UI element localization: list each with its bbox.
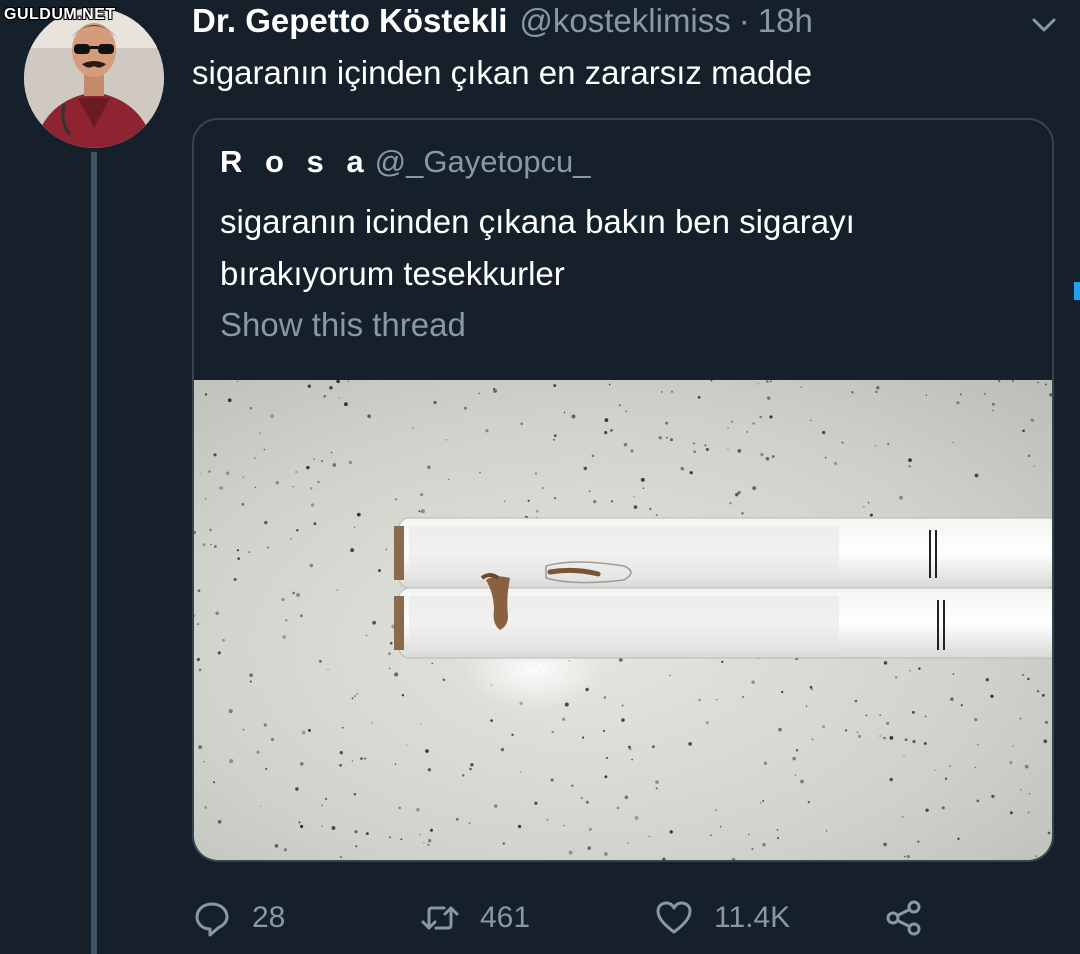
reply-button[interactable]: 28 <box>192 890 285 946</box>
share-icon <box>886 900 921 936</box>
thread-line <box>91 152 97 954</box>
retweet-icon <box>421 906 459 930</box>
retweet-button[interactable]: 461 <box>420 890 530 946</box>
scroll-indicator <box>1074 282 1080 300</box>
show-thread-link[interactable]: Show this thread <box>220 306 466 344</box>
quoted-tweet-photo[interactable] <box>194 380 1054 862</box>
watermark: GULDUM.NET <box>4 6 116 23</box>
like-button[interactable]: 11.4K <box>654 890 790 946</box>
quoted-user-handle: @_Gayetopcu_ <box>374 144 591 179</box>
heart-icon <box>656 901 692 934</box>
display-name[interactable]: Dr. Gepetto Köstekli <box>192 2 507 40</box>
tweet-text: sigaranın içinden çıkan en zararsız madd… <box>192 54 813 91</box>
reply-icon <box>195 902 229 937</box>
share-button[interactable] <box>884 890 944 946</box>
quoted-tweet[interactable]: R o s a @_Gayetopcu_ sigaranın icinden ç… <box>192 118 1054 862</box>
tweet-header: Dr. Gepetto Köstekli @kosteklimiss · 18h <box>192 2 813 46</box>
like-count: 11.4K <box>714 901 791 934</box>
avatar[interactable] <box>24 8 164 148</box>
quoted-tweet-text: sigaranın icinden çıkana bakın ben sigar… <box>220 203 855 292</box>
reply-count: 28 <box>252 901 286 934</box>
chevron-down-icon[interactable] <box>1026 14 1062 38</box>
separator: · <box>738 2 750 39</box>
quoted-display-name: R o s a <box>220 144 371 179</box>
quoted-tweet-header: R o s a @_Gayetopcu_ <box>220 144 591 180</box>
avatar-image <box>24 8 164 148</box>
timestamp[interactable]: 18h <box>758 2 813 40</box>
user-handle[interactable]: @kosteklimiss <box>519 2 730 40</box>
action-bar: 28 461 11.4K <box>0 890 1080 946</box>
retweet-count: 461 <box>480 901 531 934</box>
